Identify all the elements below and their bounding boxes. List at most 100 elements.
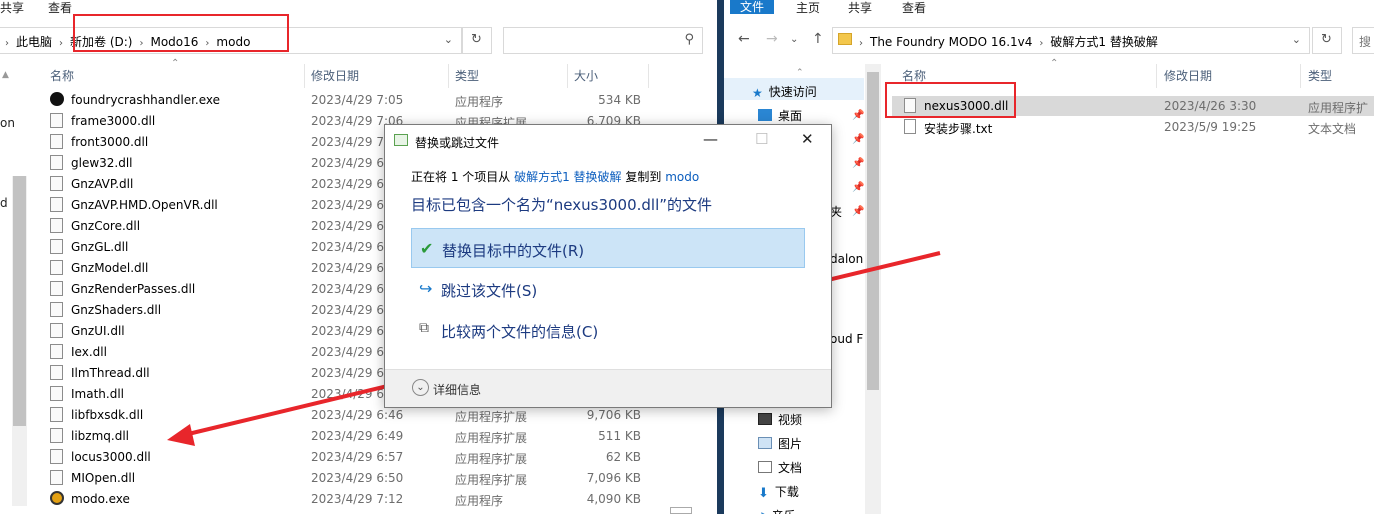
- scrollbar-thumb[interactable]: [13, 176, 26, 426]
- file-type: 应用程序扩展: [455, 452, 528, 466]
- column-divider[interactable]: [304, 64, 305, 88]
- refresh-icon: ↻: [1321, 32, 1332, 47]
- column-header-type[interactable]: 类型: [455, 67, 479, 84]
- column-header-size[interactable]: 大小: [574, 67, 598, 84]
- refresh-button[interactable]: ↻: [1312, 27, 1342, 54]
- column-divider[interactable]: [1156, 64, 1157, 88]
- left-search-input[interactable]: ⚲: [503, 27, 703, 54]
- nav-item-videos[interactable]: 视频: [758, 411, 802, 428]
- file-date: 2023/4/29 6:: [311, 324, 389, 338]
- column-divider[interactable]: [448, 64, 449, 88]
- scroll-up-icon[interactable]: ▲: [2, 70, 9, 80]
- file-date: 2023/4/29 6:50: [311, 471, 404, 485]
- music-icon: ♪: [758, 510, 766, 514]
- more-details-toggle[interactable]: 详细信息: [433, 381, 481, 398]
- file-name: IlmThread.dll: [71, 366, 150, 380]
- horizontal-scrollbar[interactable]: [670, 507, 692, 514]
- checkmark-icon: ✔: [420, 239, 434, 258]
- file-row[interactable]: modo.exe 2023/4/29 7:12 应用程序 4,090 KB: [45, 489, 665, 510]
- file-date: 2023/5/9 19:25: [1164, 120, 1257, 134]
- breadcrumb-the-foundry-modo[interactable]: The Foundry MODO 16.1v4: [870, 35, 1032, 49]
- minimize-button[interactable]: —: [703, 130, 718, 148]
- chevron-down-icon[interactable]: ⌄: [1292, 33, 1301, 46]
- nav-item-pictures[interactable]: 图片: [758, 435, 802, 452]
- breadcrumb-this-pc[interactable]: 此电脑: [16, 33, 52, 50]
- nav-item-music[interactable]: ♪ 音乐: [758, 507, 796, 514]
- dll-icon: [50, 113, 63, 128]
- breadcrumb-crack-method-1[interactable]: 破解方式1 替换破解: [1050, 33, 1157, 50]
- replace-label: 替换目标中的文件(R): [442, 242, 585, 260]
- download-arrow-icon: ⬇: [758, 486, 769, 501]
- pin-icon[interactable]: 📌: [852, 134, 864, 145]
- file-row[interactable]: libfbxsdk.dll 2023/4/29 6:46 应用程序扩展 9,706 K…: [45, 405, 665, 426]
- file-date: 2023/4/29 6:57: [311, 450, 404, 464]
- tab-view[interactable]: 查看: [48, 0, 72, 16]
- file-date: 2023/4/29 6:46: [311, 408, 404, 422]
- chevron-down-icon[interactable]: ⌄: [444, 33, 453, 46]
- file-name: GnzAVP.HMD.OpenVR.dll: [71, 198, 218, 212]
- file-row[interactable]: libzmq.dll 2023/4/29 6:49 应用程序扩展 511 KB: [45, 426, 665, 447]
- nav-fragment[interactable]: oud F: [830, 332, 863, 346]
- file-type: 应用程序: [455, 95, 504, 109]
- tab-home[interactable]: 主页: [796, 0, 820, 16]
- column-divider[interactable]: [1300, 64, 1301, 88]
- file-size: 511 KB: [598, 429, 641, 443]
- file-date: 2023/4/29 7:12: [311, 492, 404, 506]
- close-button[interactable]: ✕: [801, 130, 814, 148]
- scroll-up-icon[interactable]: ⌃: [796, 68, 804, 78]
- right-search-input[interactable]: 搜: [1352, 27, 1374, 54]
- compare-option[interactable]: ⧉ 比较两个文件的信息(C): [411, 310, 805, 350]
- nav-fragment[interactable]: dalon: [830, 252, 863, 266]
- pin-icon[interactable]: 📌: [852, 110, 864, 121]
- replace-option[interactable]: ✔ 替换目标中的文件(R): [411, 228, 805, 268]
- column-divider[interactable]: [567, 64, 568, 88]
- column-header-type[interactable]: 类型: [1308, 67, 1332, 84]
- tab-share[interactable]: 共享: [0, 0, 24, 16]
- recent-dropdown-icon[interactable]: ⌄: [790, 34, 798, 45]
- file-row[interactable]: foundrycrashhandler.exe 2023/4/29 7:05 应用程…: [45, 90, 665, 111]
- column-divider[interactable]: [648, 64, 649, 88]
- nav-item-desktop[interactable]: 桌面: [758, 107, 802, 124]
- nav-item-documents[interactable]: 文档: [758, 459, 802, 476]
- file-date: 2023/4/29 6:: [311, 156, 389, 170]
- source-folder-link[interactable]: 破解方式1 替换破解: [514, 170, 621, 184]
- back-arrow-icon[interactable]: ←: [738, 31, 750, 47]
- scrollbar-thumb[interactable]: [867, 72, 879, 390]
- file-date: 2023/4/29 6:: [311, 261, 389, 275]
- dll-icon: [50, 176, 63, 191]
- dest-folder-link[interactable]: modo: [665, 170, 699, 184]
- annotation-box-source-file: [885, 82, 1016, 118]
- file-size: 62 KB: [605, 450, 641, 464]
- file-name: front3000.dll: [71, 135, 149, 149]
- maximize-button[interactable]: ☐: [755, 130, 768, 148]
- column-header-date[interactable]: 修改日期: [311, 67, 359, 84]
- column-header-name[interactable]: 名称: [50, 67, 74, 84]
- file-type: 应用程序扩: [1308, 101, 1369, 115]
- left-nav-scrollbar[interactable]: [12, 176, 27, 506]
- dll-icon: [50, 407, 63, 422]
- forward-arrow-icon[interactable]: →: [766, 31, 778, 47]
- up-arrow-icon[interactable]: ↑: [812, 31, 824, 47]
- skip-option[interactable]: ↪ 跳过该文件(S): [411, 269, 805, 309]
- chevron-down-icon[interactable]: ⌄: [412, 379, 429, 396]
- file-size: 9,706 KB: [586, 408, 641, 422]
- pin-icon[interactable]: 📌: [852, 206, 864, 217]
- nav-item-quick-access[interactable]: ★ 快速访问: [752, 83, 817, 100]
- picture-icon: [758, 437, 772, 449]
- pin-icon[interactable]: 📌: [852, 158, 864, 169]
- tab-share[interactable]: 共享: [848, 0, 872, 16]
- right-address-bar[interactable]: › The Foundry MODO 16.1v4 › 破解方式1 替换破解 ⌄: [832, 27, 1310, 54]
- file-row[interactable]: locus3000.dll 2023/4/29 6:57 应用程序扩展 62 KB: [45, 447, 665, 468]
- nav-fragment[interactable]: on: [0, 116, 15, 130]
- file-row[interactable]: MIOpen.dll 2023/4/29 6:50 应用程序扩展 7,096 KB: [45, 468, 665, 489]
- nav-item-downloads[interactable]: ⬇ 下载: [758, 483, 799, 501]
- tab-view[interactable]: 查看: [902, 0, 926, 16]
- pin-icon[interactable]: 📌: [852, 182, 864, 193]
- file-row[interactable]: 安装步骤.txt 2023/5/9 19:25 文本文档: [892, 117, 1374, 137]
- file-date: 2023/4/29 7:: [311, 135, 389, 149]
- file-name: MIOpen.dll: [71, 471, 136, 485]
- right-nav-scrollbar[interactable]: [865, 64, 881, 514]
- refresh-button[interactable]: ↻: [462, 27, 492, 54]
- column-header-date[interactable]: 修改日期: [1164, 67, 1212, 84]
- tab-file[interactable]: 文件: [730, 0, 775, 14]
